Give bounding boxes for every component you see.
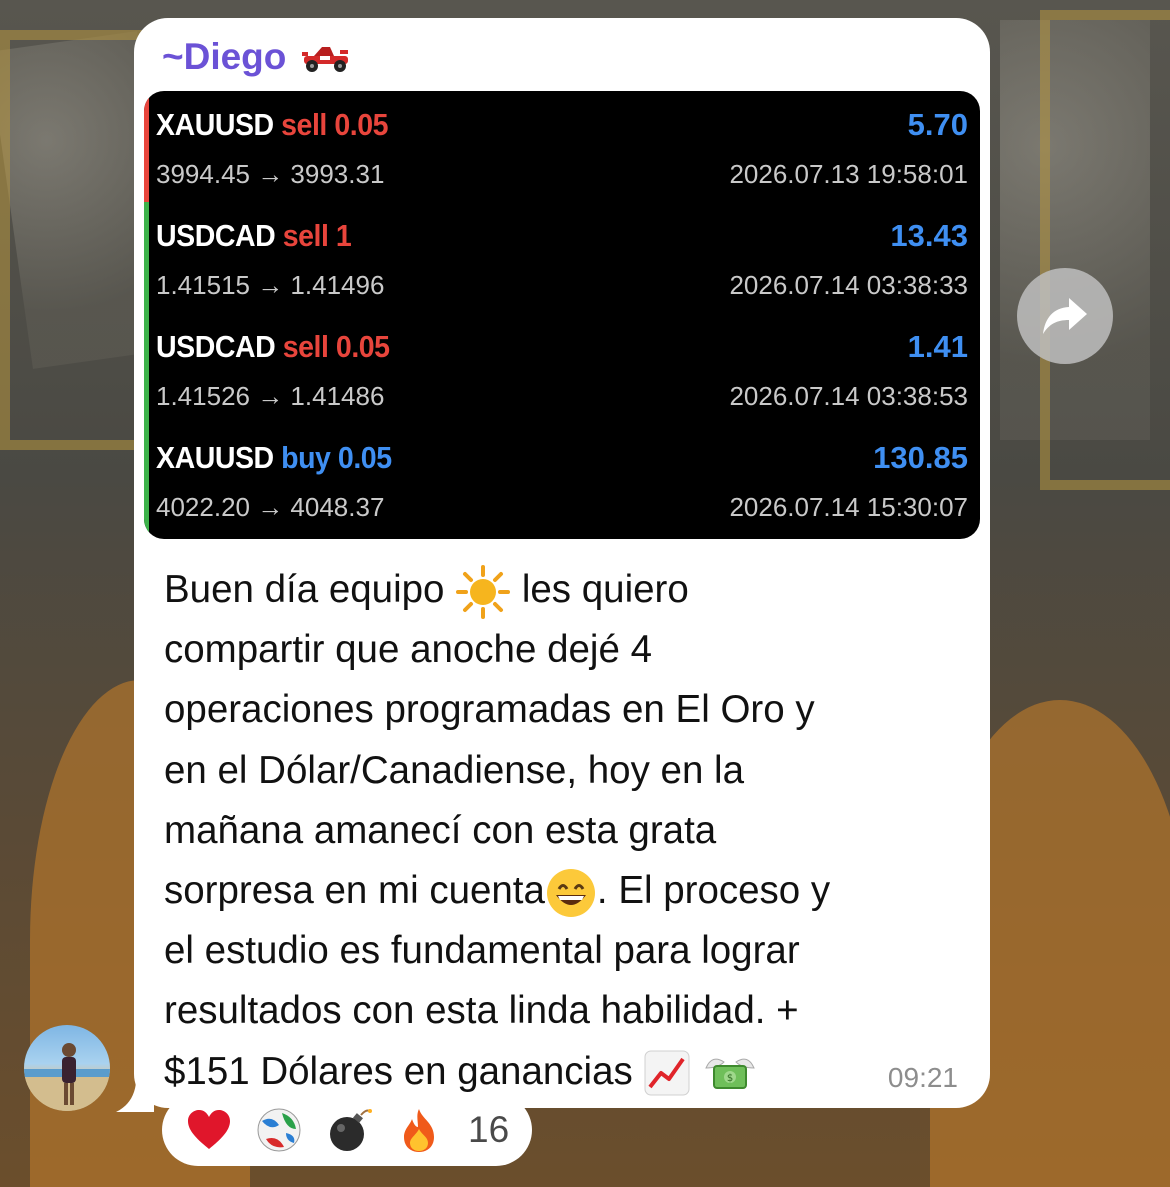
trade-prices: 4022.20 → 4048.37 <box>156 492 385 522</box>
trade-status-bar <box>144 424 149 535</box>
trade-volume: 1 <box>328 218 352 253</box>
trade-direction: sell <box>275 218 329 253</box>
avatar-photo <box>24 1043 110 1111</box>
racing-car-icon <box>302 47 349 72</box>
trade-status-bar <box>144 313 149 424</box>
trade-title: XAUUSD buy 0.05 <box>156 440 392 476</box>
reaction-fire[interactable] <box>396 1107 442 1153</box>
reactions-bar[interactable]: 16 <box>162 1094 532 1166</box>
trade-row[interactable]: USDCAD sell 0.05 1.41526 → 1.41486 1.41 202… <box>144 313 980 424</box>
trade-history-screenshot[interactable]: XAUUSD sell 0.05 3994.45 → 3993.31 5.70 202… <box>144 91 980 539</box>
trade-volume: 0.05 <box>326 107 389 142</box>
trade-row[interactable]: XAUUSD sell 0.05 3994.45 → 3993.31 5.70 202… <box>144 91 980 202</box>
chart-increasing-icon <box>644 1050 690 1096</box>
trade-prices: 3994.45 → 3993.31 <box>156 159 385 189</box>
trade-time: 2026.07.14 03:38:33 <box>729 270 968 300</box>
trade-title: XAUUSD sell 0.05 <box>156 107 388 143</box>
trade-symbol: XAUUSD <box>156 440 274 475</box>
trade-direction: sell <box>275 329 329 364</box>
trade-title: USDCAD sell 0.05 <box>156 329 390 365</box>
trade-profit: 5.70 <box>907 107 968 142</box>
sun-icon <box>456 564 511 619</box>
sender-name[interactable]: ~Diego <box>162 36 352 78</box>
trade-time: 2026.07.14 03:38:53 <box>729 381 968 411</box>
share-arrow-icon <box>1043 298 1087 334</box>
trade-profit: 1.41 <box>907 329 968 364</box>
trade-symbol: XAUUSD <box>156 107 274 142</box>
trade-status-bar <box>144 202 149 313</box>
bomb-icon <box>330 1109 372 1151</box>
trade-time: 2026.07.14 15:30:07 <box>729 492 968 522</box>
reaction-bomb[interactable] <box>326 1107 372 1153</box>
svg-text:$: $ <box>727 1073 733 1084</box>
sender-label: Diego <box>183 36 287 77</box>
trade-row[interactable]: USDCAD sell 1 1.41515 → 1.41496 13.43 2026.… <box>144 202 980 313</box>
trade-profit: 13.43 <box>890 218 968 253</box>
forward-button[interactable] <box>1017 268 1113 364</box>
sender-prefix: ~ <box>162 36 184 77</box>
message-bubble[interactable]: ~Diego XAUUSD sell 0.05 3994.45 → 3993.31… <box>134 18 990 1108</box>
trade-status-bar <box>144 91 149 202</box>
trade-volume: 0.05 <box>328 329 390 364</box>
trade-time: 2026.07.13 19:58:01 <box>729 159 968 189</box>
ball-icon <box>257 1108 301 1152</box>
reaction-ball[interactable] <box>256 1107 302 1153</box>
fire-icon <box>404 1109 434 1152</box>
trade-prices: 1.41526 → 1.41486 <box>156 381 385 411</box>
trade-direction: buy <box>273 440 331 475</box>
trade-profit: 130.85 <box>873 440 968 475</box>
trade-volume: 0.05 <box>330 440 392 475</box>
reaction-count: 16 <box>468 1109 510 1150</box>
avatar[interactable] <box>24 1025 110 1111</box>
trade-direction: sell <box>273 107 327 142</box>
money-with-wings-icon: $ <box>705 1059 755 1090</box>
grinning-face-icon <box>546 868 595 917</box>
heart-icon <box>188 1110 230 1149</box>
message-time: 09:21 <box>887 1062 958 1093</box>
trade-symbol: USDCAD <box>156 218 276 253</box>
trade-title: USDCAD sell 1 <box>156 218 352 254</box>
trade-prices: 1.41515 → 1.41496 <box>156 270 385 300</box>
trade-row[interactable]: XAUUSD buy 0.05 4022.20 → 4048.37 130.85 20… <box>144 424 980 535</box>
reaction-heart[interactable] <box>186 1107 232 1153</box>
trade-symbol: USDCAD <box>156 329 276 364</box>
message-text: Buen día equipo les quiero compartir que… <box>164 560 964 1102</box>
